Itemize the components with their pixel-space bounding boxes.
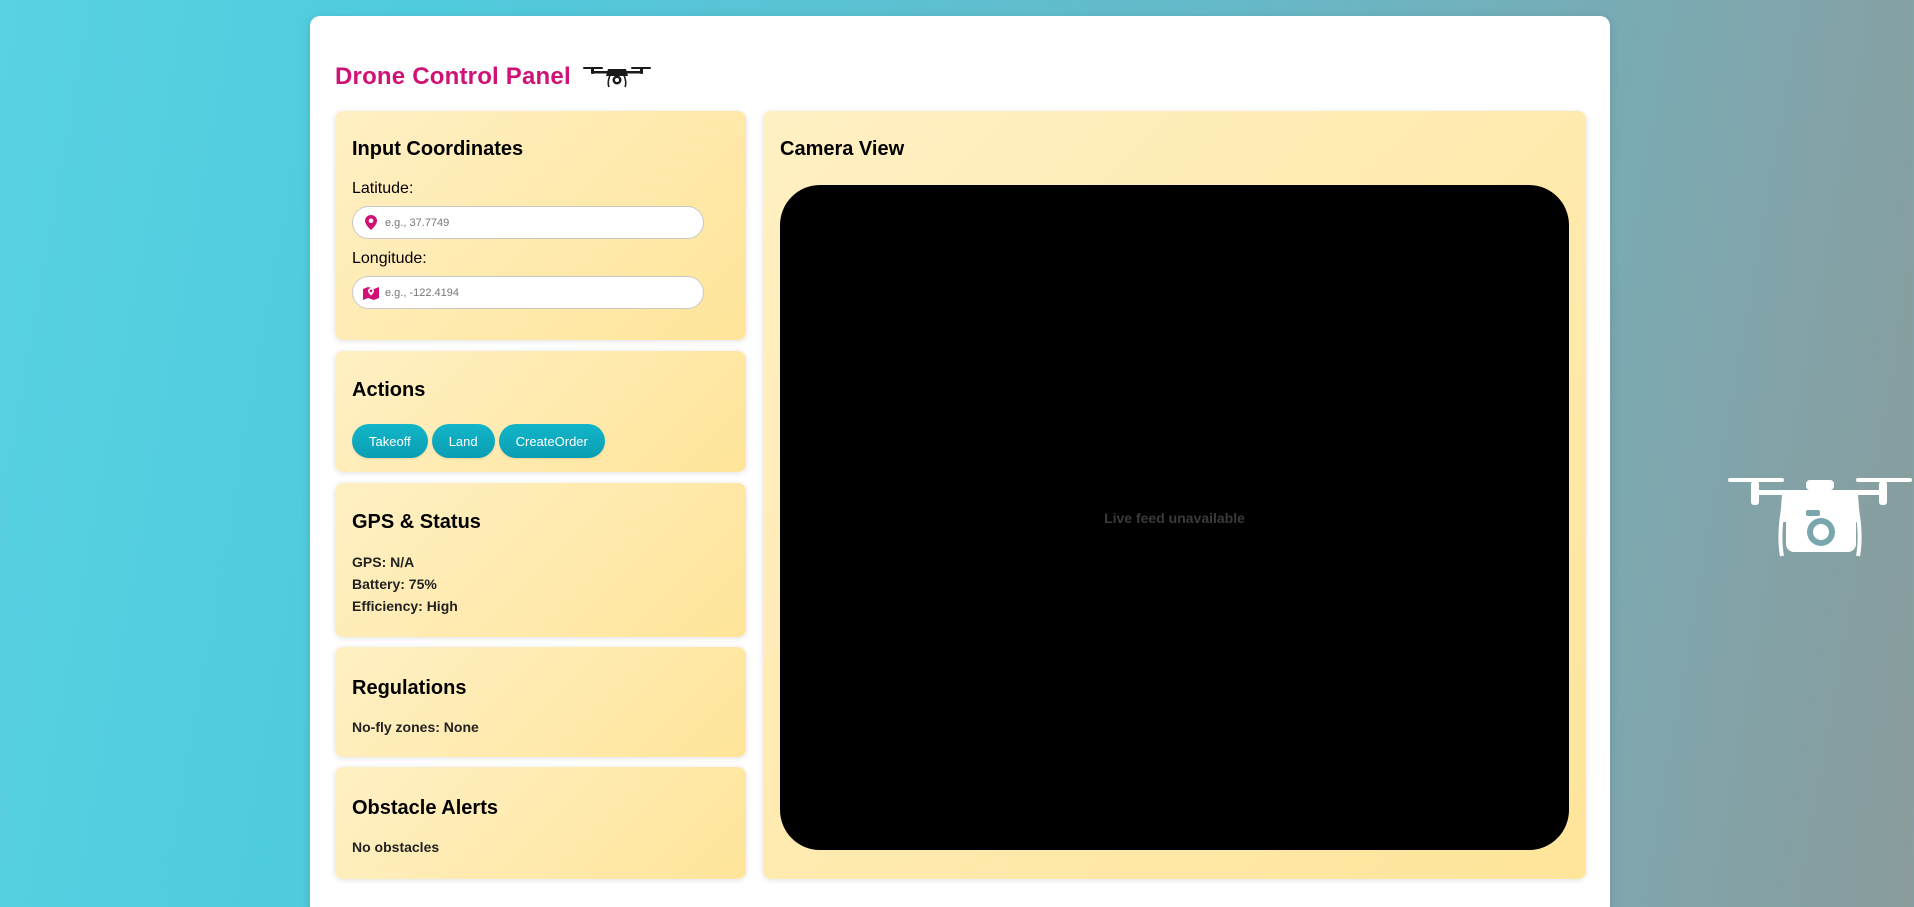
map-pin-icon — [363, 215, 379, 231]
longitude-label: Longitude: — [352, 250, 427, 267]
latitude-input[interactable] — [385, 216, 685, 229]
obstacle-alerts-card: Obstacle Alerts No obstacles — [335, 767, 746, 879]
regulations-heading: Regulations — [352, 677, 467, 699]
camera-heading: Camera View — [780, 138, 905, 160]
efficiency-readout: Efficiency: High — [352, 598, 458, 614]
camera-feed: Live feed unavailable — [780, 185, 1569, 850]
obstacle-alerts-heading: Obstacle Alerts — [352, 797, 498, 819]
latitude-label: Latitude: — [352, 180, 414, 197]
camera-card: Camera View Live feed unavailable — [763, 111, 1586, 879]
longitude-input[interactable] — [385, 286, 685, 299]
gps-status-card: GPS & Status GPS: N/A Battery: 75% Effic… — [335, 483, 746, 637]
feed-status-text: Live feed unavailable — [1104, 509, 1245, 526]
takeoff-button[interactable]: Takeoff — [352, 424, 428, 458]
actions-card: Actions Takeoff Land CreateOrder — [335, 351, 746, 472]
main-panel: Drone Control Panel Input Coordinates La… — [310, 16, 1610, 907]
battery-readout: Battery: 75% — [352, 576, 437, 592]
latitude-field[interactable] — [352, 206, 704, 239]
drone-icon — [582, 67, 651, 88]
page-title: Drone Control Panel — [335, 63, 571, 90]
no-fly-zones-status: No-fly zones: None — [352, 719, 479, 735]
coordinates-heading: Input Coordinates — [352, 138, 524, 160]
gps-status-heading: GPS & Status — [352, 511, 481, 533]
camera-drone-icon — [1728, 478, 1912, 557]
actions-heading: Actions — [352, 379, 426, 401]
header: Drone Control Panel — [335, 58, 651, 96]
action-buttons: Takeoff Land CreateOrder — [352, 424, 605, 458]
longitude-field[interactable] — [352, 276, 704, 309]
gps-readout: GPS: N/A — [352, 554, 415, 570]
land-button[interactable]: Land — [431, 424, 495, 458]
obstacle-status: No obstacles — [352, 839, 440, 855]
create-order-button[interactable]: CreateOrder — [498, 424, 605, 458]
coordinates-card: Input Coordinates Latitude: Longitude: — [335, 111, 746, 340]
map-icon — [363, 285, 379, 301]
regulations-card: Regulations No-fly zones: None — [335, 647, 746, 757]
